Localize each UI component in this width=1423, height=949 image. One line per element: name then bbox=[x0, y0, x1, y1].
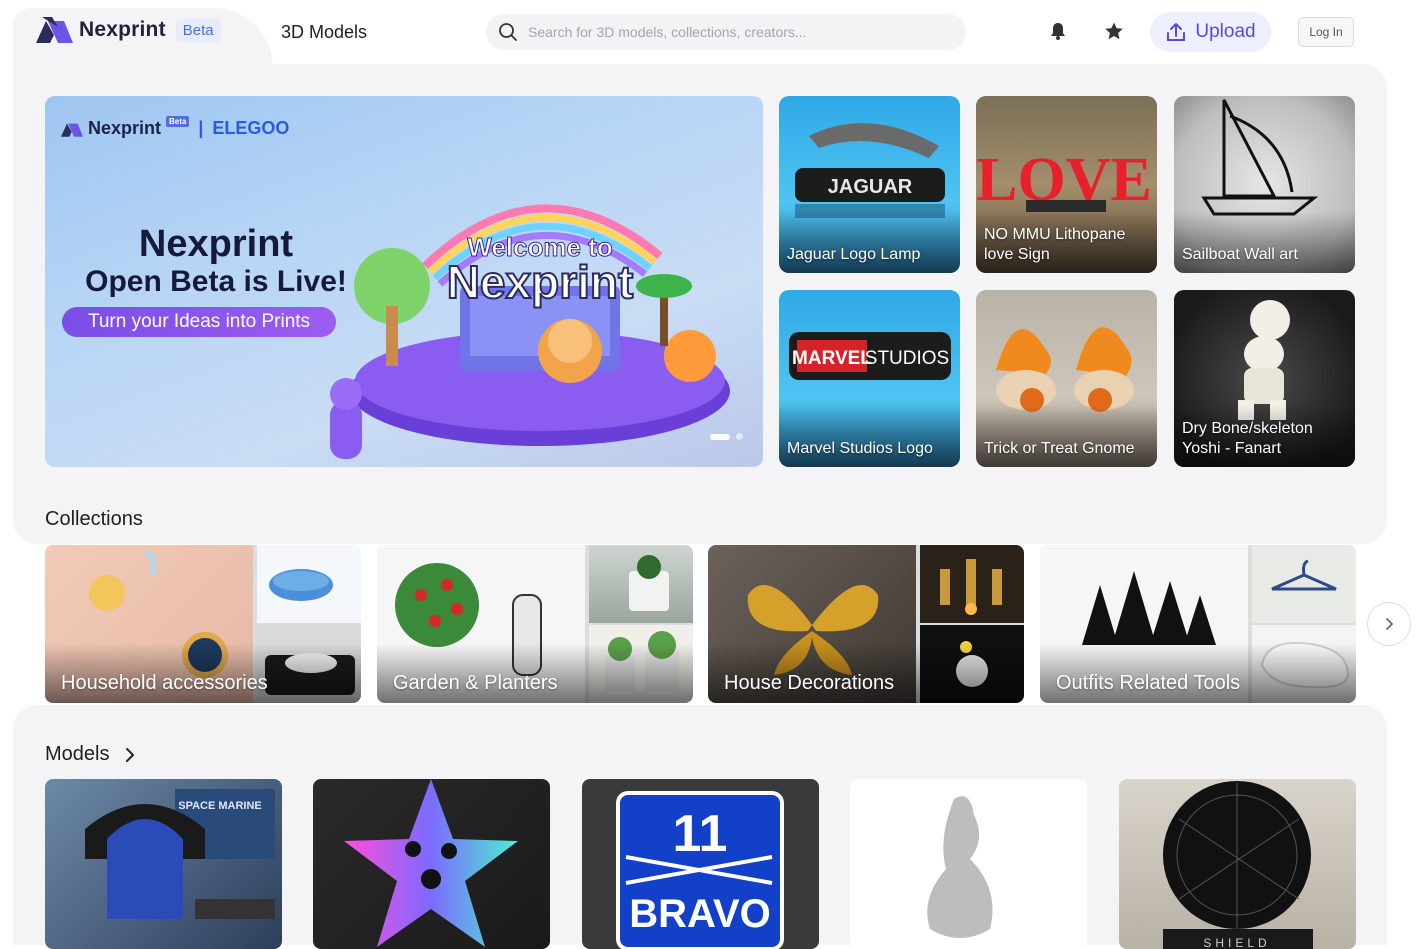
tile-title: Dry Bone/skeleton Yoshi - Fanart bbox=[1182, 420, 1313, 457]
carousel-dot[interactable] bbox=[736, 433, 743, 440]
star-icon bbox=[1105, 22, 1123, 40]
login-button[interactable]: Log In bbox=[1298, 17, 1354, 47]
carousel-dot-active[interactable] bbox=[710, 433, 730, 440]
collection-label: Outfits Related Tools bbox=[1056, 672, 1241, 694]
collections-title: Collections bbox=[45, 508, 143, 530]
bell-icon bbox=[1051, 23, 1065, 40]
collection-image-top bbox=[257, 545, 361, 623]
carousel-dots[interactable] bbox=[710, 433, 743, 440]
hero-illustration: Welcome to Nexprint bbox=[330, 204, 730, 459]
model-image bbox=[927, 796, 993, 938]
collection-card[interactable]: Outfits Related Tools bbox=[1040, 545, 1356, 703]
hero-brand-separator: | bbox=[198, 118, 204, 138]
top-bar: Nexprint Beta 3D Models Upload Log In bbox=[0, 0, 1423, 68]
chevron-right-icon bbox=[126, 747, 135, 762]
nexprint-logo-icon bbox=[61, 123, 83, 137]
upload-button[interactable]: Upload bbox=[1150, 12, 1271, 52]
hero-tagline: Turn your Ideas into Prints bbox=[62, 307, 336, 337]
model-image: 11 BRAVO bbox=[616, 791, 784, 949]
model-card[interactable]: SPACE MARINE bbox=[45, 779, 282, 949]
model-card[interactable]: 11 BRAVO bbox=[582, 779, 819, 949]
model-image: SHIELD bbox=[1163, 781, 1313, 949]
tile-title: NO MMU Lithopane love Sign bbox=[984, 226, 1126, 263]
model-art-text: SHIELD bbox=[1203, 936, 1270, 949]
collection-card[interactable]: House Decorations bbox=[708, 545, 1024, 703]
collection-image-top bbox=[589, 545, 693, 623]
collection-card[interactable]: Household accessories bbox=[45, 545, 361, 703]
tile-title: Sailboat Wall art bbox=[1182, 246, 1298, 263]
featured-tile[interactable]: LOVE NO MMU Lithopane love Sign bbox=[976, 96, 1157, 273]
collections-next-button[interactable] bbox=[1367, 602, 1411, 646]
hero-title-line2: Open Beta is Live! bbox=[85, 265, 347, 298]
search-icon bbox=[499, 23, 517, 41]
notifications-button[interactable] bbox=[1047, 20, 1069, 42]
hero-title: Nexprint Open Beta is Live! bbox=[61, 224, 371, 300]
tile-title: Jaguar Logo Lamp bbox=[787, 246, 921, 263]
hero-title-line1: Nexprint bbox=[138, 223, 294, 265]
hero-brand-elegoo: ELEGOO bbox=[212, 118, 290, 138]
beta-badge: Beta bbox=[175, 18, 221, 42]
featured-tile[interactable]: Dry Bone/skeleton Yoshi - Fanart bbox=[1174, 290, 1355, 467]
collection-label: Household accessories bbox=[61, 672, 268, 694]
hero-banner[interactable]: Nexprint Beta | ELEGOO Nexprint Open Bet… bbox=[45, 96, 763, 467]
featured-art-text: JAGUAR bbox=[828, 176, 913, 198]
hero-art-name: Nexprint bbox=[447, 256, 634, 308]
nav-3d-models[interactable]: 3D Models bbox=[281, 22, 367, 43]
featured-tile[interactable]: Sailboat Wall art bbox=[1174, 96, 1355, 273]
featured-tile[interactable]: MARVEL STUDIOS Marvel Studios Logo bbox=[779, 290, 960, 467]
nexprint-logo-icon bbox=[36, 17, 73, 43]
brand-name: Nexprint bbox=[79, 18, 166, 41]
collection-image-top bbox=[920, 545, 1024, 623]
tile-title: Marvel Studios Logo bbox=[787, 440, 933, 457]
models-title: Models bbox=[45, 743, 110, 765]
model-image bbox=[344, 779, 518, 947]
featured-tile[interactable]: JAGUAR Jaguar Logo Lamp bbox=[779, 96, 960, 273]
model-card[interactable]: SHIELD bbox=[1119, 779, 1356, 949]
model-art-text: SPACE MARINE bbox=[178, 800, 262, 812]
search-input[interactable] bbox=[528, 24, 948, 40]
tile-title: Trick or Treat Gnome bbox=[984, 440, 1135, 457]
featured-tile[interactable]: Trick or Treat Gnome bbox=[976, 290, 1157, 467]
favorites-button[interactable] bbox=[1103, 20, 1125, 42]
featured-art-text: MARVEL bbox=[792, 348, 872, 369]
model-card[interactable] bbox=[313, 779, 550, 949]
hero-brand: Nexprint Beta | ELEGOO bbox=[61, 116, 290, 139]
hero-brand-nexprint: Nexprint bbox=[88, 118, 162, 138]
upload-label: Upload bbox=[1195, 21, 1256, 42]
collection-label: Garden & Planters bbox=[393, 672, 558, 694]
search-bar[interactable] bbox=[486, 14, 966, 50]
collection-label: House Decorations bbox=[724, 672, 895, 694]
model-art-word: BRAVO bbox=[629, 892, 770, 936]
model-art-number: 11 bbox=[673, 805, 728, 863]
featured-art-text: STUDIOS bbox=[865, 348, 949, 369]
chevron-right-icon bbox=[1386, 618, 1393, 630]
models-title-link[interactable]: Models bbox=[45, 743, 137, 766]
upload-icon bbox=[1167, 23, 1186, 41]
model-card[interactable] bbox=[850, 779, 1087, 949]
hero-brand-badge: Beta bbox=[166, 116, 190, 127]
collection-card[interactable]: Garden & Planters bbox=[377, 545, 693, 703]
collection-image-top bbox=[1252, 545, 1356, 623]
brand-logo[interactable]: Nexprint Beta bbox=[36, 17, 221, 43]
model-image: SPACE MARINE bbox=[85, 789, 275, 919]
